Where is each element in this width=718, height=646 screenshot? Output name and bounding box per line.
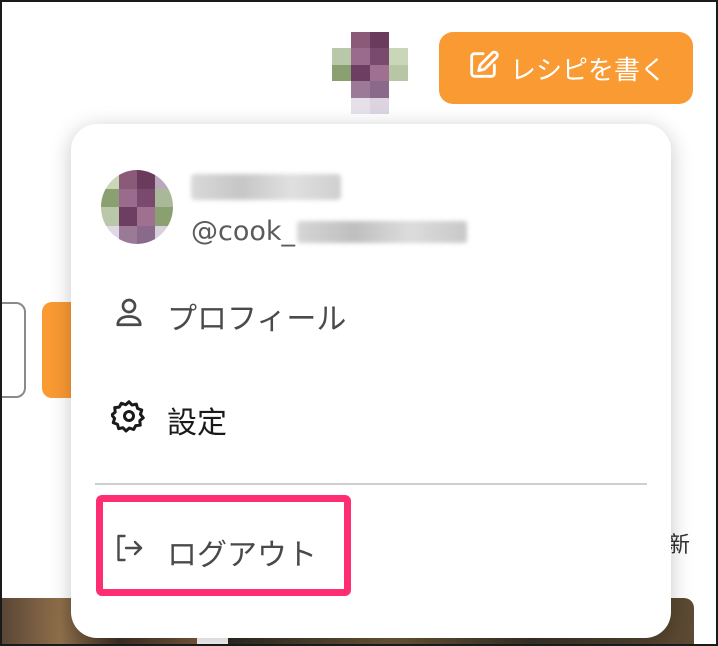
user-handle-prefix: @cook_ <box>191 216 296 247</box>
menu-avatar <box>101 170 173 244</box>
gear-icon <box>110 398 147 442</box>
menu-item-logout[interactable]: ログアウト <box>111 530 317 574</box>
write-recipe-label: レシピを書く <box>509 55 666 86</box>
user-handle-redacted <box>297 220 468 243</box>
menu-item-profile[interactable]: プロフィール <box>111 294 346 338</box>
menu-item-label: ログアウト <box>167 538 317 573</box>
logout-icon <box>111 530 147 574</box>
header-avatar[interactable] <box>332 32 408 114</box>
menu-item-label: プロフィール <box>167 302 347 337</box>
write-recipe-button[interactable]: レシピを書く <box>439 32 693 104</box>
user-menu-dropdown: @cook_ プロフィール 設定 ログアウト <box>71 124 671 638</box>
user-icon <box>111 294 147 338</box>
user-display-name-redacted <box>191 174 341 200</box>
background-side-text: 新 <box>668 533 691 558</box>
menu-divider <box>95 483 647 485</box>
screenshot-frame: 新 レシピを書く @cook_ プロフィール 設定 ログアウト <box>0 0 718 646</box>
user-handle: @cook_ <box>191 216 468 247</box>
background-outline-button[interactable] <box>2 302 26 398</box>
menu-item-label: 設定 <box>167 406 227 441</box>
edit-icon <box>466 48 500 89</box>
menu-item-settings[interactable]: 設定 <box>110 398 227 442</box>
